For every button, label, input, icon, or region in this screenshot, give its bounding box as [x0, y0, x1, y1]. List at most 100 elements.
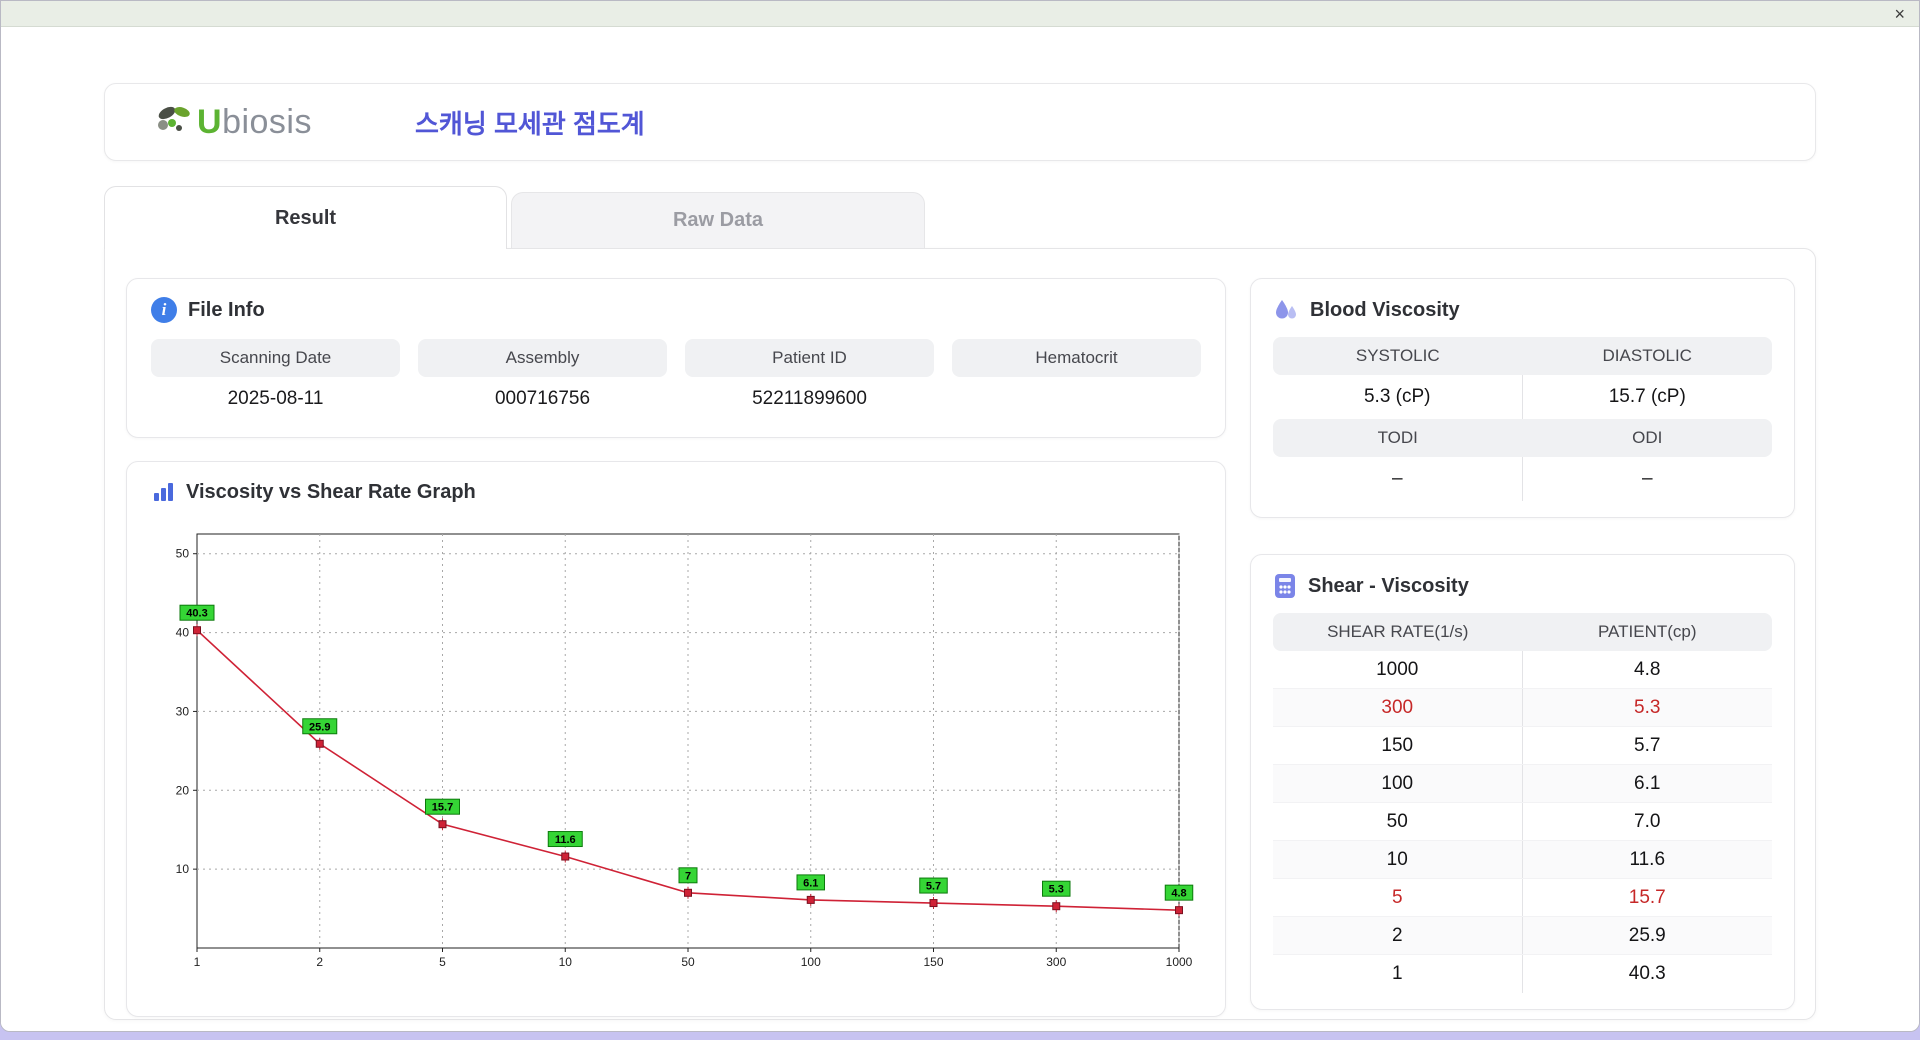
patient-value-cell: 40.3: [1628, 963, 1666, 984]
table-row: 2 25.9: [1273, 917, 1772, 955]
bv-value-row: 5.3 (cP) 15.7 (cP): [1273, 375, 1772, 419]
shear-rate-cell: 100: [1273, 765, 1523, 802]
svg-text:7: 7: [685, 870, 691, 882]
shear-rate-cell: 1000: [1273, 651, 1523, 688]
window-content: Ubiosis 스캐닝 모세관 점도계 Result Raw Data i Fi…: [1, 83, 1919, 1031]
field-value: 000716756: [494, 388, 591, 409]
svg-text:40: 40: [176, 626, 190, 640]
window-titlebar: ×: [1, 1, 1919, 27]
app-title: 스캐닝 모세관 점도계: [415, 108, 645, 139]
patient-value-cell: 5.7: [1634, 734, 1661, 756]
file-info-card: i File Info Scanning Date 2025-08-11 Ass…: [126, 278, 1226, 438]
field-value: 52211899600: [752, 388, 867, 409]
svg-text:5.7: 5.7: [926, 881, 941, 893]
leaf-icon: [158, 106, 190, 131]
blood-viscosity-table: SYSTOLIC DIASTOLIC 5.3 (cP) 15.7 (cP) TO…: [1273, 337, 1772, 501]
svg-text:5: 5: [439, 955, 446, 969]
bv-header-row: SYSTOLIC DIASTOLIC: [1273, 337, 1772, 375]
field-label: Scanning Date: [151, 339, 400, 377]
blood-viscosity-title: Blood Viscosity: [1310, 298, 1460, 321]
right-column: Blood Viscosity SYSTOLIC DIASTOLIC 5.3 (…: [1250, 278, 1795, 1019]
result-panel: i File Info Scanning Date 2025-08-11 Ass…: [104, 248, 1816, 1020]
patient-value-cell: 4.8: [1634, 658, 1661, 680]
shear-rate-cell: 1: [1273, 955, 1523, 993]
shear-rate-cell: 150: [1273, 727, 1523, 764]
svg-text:15.7: 15.7: [432, 802, 453, 814]
calculator-icon: [1275, 574, 1295, 598]
svg-text:6.1: 6.1: [803, 877, 818, 889]
file-info-field: Scanning Date 2025-08-11: [151, 339, 400, 421]
graph-title: Viscosity vs Shear Rate Graph: [186, 480, 476, 503]
table-row: 5 15.7: [1273, 879, 1772, 917]
shear-table-rows: 1000 4.8 300 5.3 150 5.7 100 6.1 50 7.0 …: [1273, 651, 1772, 993]
svg-text:4.8: 4.8: [1171, 888, 1186, 900]
shear-rate-column-header: SHEAR RATE(1/s): [1327, 622, 1469, 641]
svg-text:1000: 1000: [1166, 955, 1193, 969]
shear-rate-cell: 5: [1273, 879, 1523, 916]
graph-header: Viscosity vs Shear Rate Graph: [151, 480, 1201, 504]
file-info-title: File Info: [188, 298, 265, 321]
file-info-field: Hematocrit: [952, 339, 1201, 421]
svg-text:30: 30: [176, 704, 190, 718]
field-label: Assembly: [418, 339, 667, 377]
shear-rate-cell: 50: [1273, 803, 1523, 840]
svg-text:40.3: 40.3: [186, 608, 207, 620]
svg-text:100: 100: [801, 955, 821, 969]
table-row: 10 11.6: [1273, 841, 1772, 879]
field-value: 2025-08-11: [227, 388, 324, 409]
table-row: 1000 4.8: [1273, 651, 1772, 689]
shear-viscosity-header: Shear - Viscosity: [1273, 573, 1772, 599]
svg-text:2: 2: [316, 955, 323, 969]
file-info-field: Patient ID 52211899600: [685, 339, 934, 421]
field-value: [952, 377, 1201, 421]
shear-rate-cell: 2: [1273, 917, 1523, 954]
shear-viscosity-card: Shear - Viscosity SHEAR RATE(1/s) PATIEN…: [1250, 554, 1795, 1010]
table-row: 50 7.0: [1273, 803, 1772, 841]
shear-table-header: SHEAR RATE(1/s) PATIENT(cp): [1273, 613, 1772, 651]
bar-chart-icon: [154, 483, 173, 501]
file-info-fields: Scanning Date 2025-08-11 Assembly 000716…: [151, 339, 1201, 421]
field-label: Patient ID: [685, 339, 934, 377]
blood-viscosity-card: Blood Viscosity SYSTOLIC DIASTOLIC 5.3 (…: [1250, 278, 1795, 518]
file-info-header: i File Info: [151, 297, 1201, 323]
header-card: Ubiosis 스캐닝 모세관 점도계: [104, 83, 1816, 161]
shear-viscosity-title: Shear - Viscosity: [1308, 574, 1469, 597]
table-row: 1 40.3: [1273, 955, 1772, 993]
patient-value-cell: 11.6: [1629, 848, 1666, 870]
tab-raw-data[interactable]: Raw Data: [511, 192, 925, 248]
bv-header-cell: DIASTOLIC: [1602, 346, 1692, 365]
tab-bar: Result Raw Data: [104, 185, 1816, 249]
app-window: × Ubiosis 스캐닝 모세관 점도계 Result Raw Data i …: [0, 0, 1920, 1032]
bv-value-cell: –: [1641, 468, 1653, 489]
svg-text:50: 50: [176, 547, 190, 561]
svg-text:150: 150: [923, 955, 943, 969]
bv-header-cell: SYSTOLIC: [1355, 346, 1440, 365]
bv-value-cell: 15.7 (cP): [1608, 386, 1686, 407]
window-close-button[interactable]: ×: [1894, 2, 1905, 26]
bv-value-row: – –: [1273, 457, 1772, 501]
bv-header-cell: TODI: [1377, 428, 1418, 447]
bv-header-row: TODI ODI: [1273, 419, 1772, 457]
svg-text:25.9: 25.9: [309, 721, 330, 733]
patient-value-cell: 15.7: [1628, 886, 1666, 908]
tab-result[interactable]: Result: [104, 186, 507, 249]
patient-column-header: PATIENT(cp): [1597, 622, 1697, 641]
patient-value-cell: 6.1: [1634, 772, 1661, 794]
graph-card: Viscosity vs Shear Rate Graph 10 20 30 40 50…: [126, 461, 1226, 1017]
svg-text:50: 50: [681, 955, 695, 969]
svg-text:10: 10: [559, 955, 573, 969]
patient-value-cell: 5.3: [1634, 696, 1661, 718]
file-info-field: Assembly 000716756: [418, 339, 667, 421]
left-column: i File Info Scanning Date 2025-08-11 Ass…: [126, 278, 1226, 1019]
table-row: 100 6.1: [1273, 765, 1772, 803]
svg-text:20: 20: [176, 783, 190, 797]
svg-text:5.3: 5.3: [1049, 884, 1064, 896]
svg-text:1: 1: [194, 955, 201, 969]
brand-name: Ubiosis: [197, 102, 312, 141]
patient-value-cell: 25.9: [1628, 924, 1666, 946]
shear-rate-cell: 10: [1273, 841, 1523, 878]
bv-value-cell: –: [1273, 457, 1523, 501]
bv-value-cell: 5.3 (cP): [1273, 375, 1523, 419]
patient-value-cell: 7.0: [1634, 810, 1661, 832]
bv-header-cell: ODI: [1632, 428, 1663, 447]
